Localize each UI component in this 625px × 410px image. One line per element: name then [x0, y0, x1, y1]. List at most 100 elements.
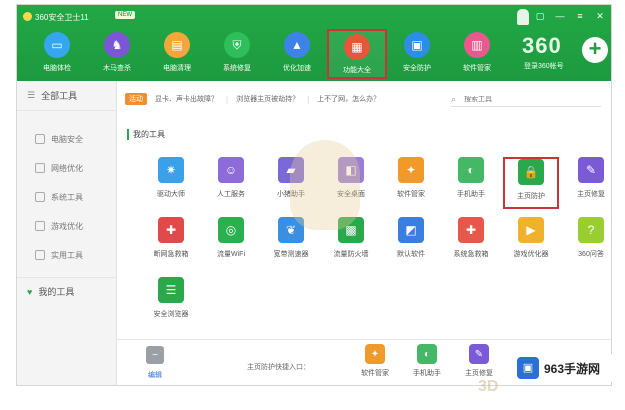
sidebar: ☰ 全部工具 电脑安全网络优化系统工具游戏优化 实用工具 ♥ 我的工具	[17, 81, 117, 385]
tool-label: 360问答	[578, 251, 604, 258]
wifi-icon: ◎	[218, 217, 244, 243]
tool-item[interactable]: ✚ 断网急救箱	[143, 217, 199, 269]
rescue-icon: ✚	[458, 217, 484, 243]
firstaid-icon: ✚	[158, 217, 184, 243]
login-link[interactable]: 登录360帐号	[524, 61, 564, 71]
cube-logo-icon: ▣	[517, 357, 539, 379]
edit-label: 编辑	[148, 372, 162, 379]
tool-item[interactable]: ✷ 驱动大师	[143, 157, 199, 209]
search-input[interactable]	[464, 96, 575, 103]
nav-label: 软件管家	[463, 65, 491, 72]
wrench-icon: ✎	[469, 344, 489, 364]
phone-icon: ◐	[458, 157, 484, 183]
new-badge: NEW	[115, 11, 135, 19]
sidebar-item-label: 网络优化	[51, 163, 83, 173]
tool-icon	[35, 250, 45, 260]
tool-item[interactable]: ☰ 安全浏览器	[143, 277, 199, 329]
notice-link-1[interactable]: 显卡、声卡出故障？	[155, 94, 218, 104]
close-icon[interactable]: ✕	[595, 11, 605, 21]
nav-item-0[interactable]: ▭ 电脑体检	[27, 29, 87, 79]
tool-label: 主页防护	[517, 193, 545, 200]
tool-label: 人工服务	[217, 191, 245, 198]
nav-item-1[interactable]: ♞ 木马查杀	[87, 29, 147, 79]
tool-item[interactable]: 🔒 主页防护	[503, 157, 559, 209]
tool-label: 流量WiFi	[217, 251, 245, 258]
quick-entry-label: 主页修复	[465, 370, 493, 377]
apps-icon: ▥	[464, 32, 490, 58]
service-icon: ☺	[218, 157, 244, 183]
grid-icon: ▦	[344, 34, 370, 60]
watermark-text: 963手游网	[544, 361, 601, 376]
tool-item[interactable]: ✚ 系统急救箱	[443, 217, 499, 269]
notice-link-2[interactable]: 浏览器主页被劫持？	[236, 94, 299, 104]
header-bar: 360安全卫士11 NEW ▢ — ≡ ✕ ▭ 电脑体检 ♞ 木马查杀 ▤ 电脑清理 ⛨ 系统…	[17, 5, 611, 81]
default-icon: ◩	[398, 217, 424, 243]
skin-icon[interactable]: ▢	[535, 11, 545, 21]
sidebar-item-0[interactable]: 电脑安全	[17, 125, 117, 153]
tool-item[interactable]: ▶ 游戏优化器	[503, 217, 559, 269]
network-icon	[35, 163, 45, 173]
sidebar-my-tools[interactable]: ♥ 我的工具	[17, 277, 117, 305]
lock-icon	[35, 134, 45, 144]
nav-label: 电脑清理	[163, 65, 191, 72]
title-bar: 360安全卫士11 NEW ▢ — ≡ ✕	[17, 5, 611, 27]
quick-entry-label: 主页防护快捷入口：	[247, 364, 310, 371]
edit-button[interactable]: − 编辑	[135, 346, 175, 385]
tool-item[interactable]: ◎ 流量WiFi	[203, 217, 259, 269]
section-title: 我的工具	[127, 129, 165, 140]
notice-bar: 活动 显卡、声卡出故障？ | 浏览器主页被劫持？ | 上不了网，怎么办？	[125, 93, 380, 105]
sidebar-item-2[interactable]: 系统工具	[17, 183, 117, 211]
tool-item[interactable]: ✎ 主页修复	[563, 157, 611, 209]
search-box[interactable]: ⌕	[451, 93, 601, 107]
tool-item[interactable]: ◩ 默认软件	[383, 217, 439, 269]
quick-entry-item[interactable]: ◐ 手机助手	[405, 344, 449, 384]
pinwheel-icon: ✦	[398, 157, 424, 183]
horse-icon: ♞	[104, 32, 130, 58]
plus-icon[interactable]: +	[582, 37, 608, 63]
tool-panel: 活动 显卡、声卡出故障？ | 浏览器主页被劫持？ | 上不了网，怎么办？ ⌕ 我…	[117, 81, 611, 385]
tool-label: 默认软件	[397, 251, 425, 258]
gamepad-icon	[35, 221, 45, 231]
hamburger-icon: ☰	[27, 90, 36, 100]
nav-label: 安全防护	[403, 65, 431, 72]
menu-icon[interactable]: ≡	[575, 11, 585, 21]
gear-icon	[35, 192, 45, 202]
mascot-icon[interactable]	[517, 9, 529, 25]
nav-label: 电脑体检	[43, 65, 71, 72]
nav-item-2[interactable]: ▤ 电脑清理	[147, 29, 207, 79]
nav-item-7[interactable]: ▥ 软件管家	[447, 29, 507, 79]
tool-label: 流量防火墙	[333, 251, 369, 258]
main-nav: ▭ 电脑体检 ♞ 木马查杀 ▤ 电脑清理 ⛨ 系统修复 ▲ 优化加速 ▦ 功能大全 ▣ 安全防护 ▥ 软件管家	[27, 29, 507, 79]
sidebar-item-1[interactable]: 网络优化	[17, 154, 117, 182]
activity-tag[interactable]: 活动	[125, 93, 147, 105]
wallet-icon: ▣	[404, 32, 430, 58]
sidebar-all-tools[interactable]: ☰ 全部工具	[17, 81, 117, 111]
nav-item-6[interactable]: ▣ 安全防护	[387, 29, 447, 79]
sidebar-item-4[interactable]: 实用工具	[17, 241, 117, 269]
remove-icon: −	[146, 346, 164, 364]
tool-label: 游戏优化器	[513, 251, 549, 258]
sidebar-item-label: 系统工具	[51, 192, 83, 202]
app-logo-icon	[23, 12, 32, 21]
window-controls: ▢ — ≡ ✕	[535, 11, 605, 21]
tool-item[interactable]: ◐ 手机助手	[443, 157, 499, 209]
shield-icon: ⛨	[224, 32, 250, 58]
tool-item[interactable]: ☺ 人工服务	[203, 157, 259, 209]
quick-entry-item[interactable]: ✦ 软件管家	[353, 344, 397, 384]
brand-area[interactable]: 360 登录360帐号 +	[522, 29, 608, 75]
nav-item-4[interactable]: ▲ 优化加速	[267, 29, 327, 79]
minimize-icon[interactable]: —	[555, 11, 565, 21]
sidebar-item-label: 电脑安全	[51, 134, 83, 144]
sidebar-mine-label: 我的工具	[38, 287, 75, 297]
nav-item-5[interactable]: ▦ 功能大全	[327, 29, 387, 79]
brand-logo: 360	[522, 33, 562, 58]
tool-label: 主页修复	[577, 191, 605, 198]
lock-icon: 🔒	[518, 159, 544, 185]
nav-item-3[interactable]: ⛨ 系统修复	[207, 29, 267, 79]
sidebar-item-3[interactable]: 游戏优化	[17, 212, 117, 240]
tool-item[interactable]: ? 360问答	[563, 217, 611, 269]
notice-link-3[interactable]: 上不了网，怎么办？	[317, 94, 380, 104]
site-watermark: ▣ 963手游网	[512, 354, 624, 382]
tool-item[interactable]: ✦ 软件管家	[383, 157, 439, 209]
monitor-icon: ▭	[44, 32, 70, 58]
